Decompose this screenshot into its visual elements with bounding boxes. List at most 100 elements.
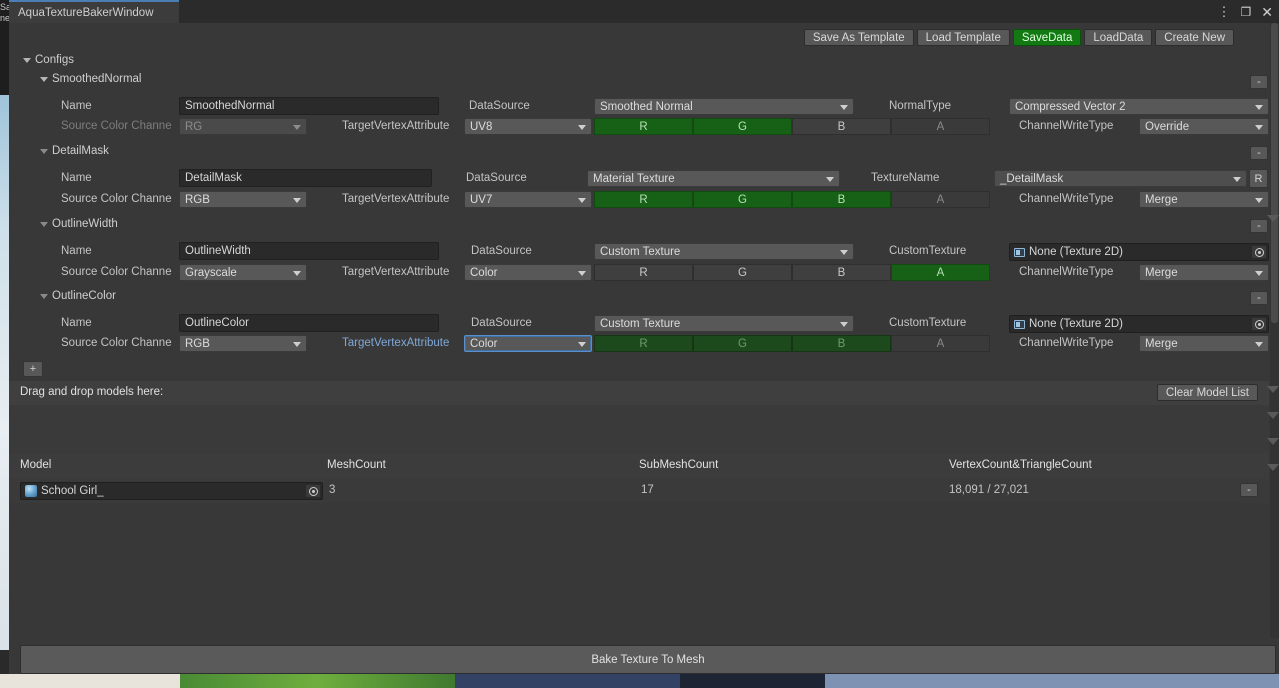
target-icon bbox=[308, 486, 318, 496]
targetvertexattribute-dropdown-2[interactable]: Color bbox=[464, 264, 592, 281]
remove-config-button-3[interactable]: - bbox=[1250, 291, 1268, 305]
customtexture-objectfield-2[interactable]: None (Texture 2D) bbox=[1009, 243, 1269, 261]
target-icon bbox=[1254, 247, 1264, 257]
sourcecolorchannel-dropdown-3[interactable]: RGB bbox=[179, 335, 307, 352]
channelwritetype-label-3: ChannelWriteType bbox=[1019, 337, 1114, 349]
targetvertexattribute-dropdown-0[interactable]: UV8 bbox=[464, 118, 592, 135]
close-icon[interactable]: ✕ bbox=[1261, 5, 1273, 19]
remove-config-button-2[interactable]: - bbox=[1250, 219, 1268, 233]
targetvertexattribute-value-0: UV8 bbox=[470, 120, 493, 133]
channel-r-toggle-2[interactable]: R bbox=[594, 264, 693, 281]
bake-texture-to-mesh-button[interactable]: Bake Texture To Mesh bbox=[20, 645, 1276, 674]
targetvertexattribute-label-1: TargetVertexAttribute bbox=[342, 193, 450, 205]
channelwritetype-dropdown-1[interactable]: Merge bbox=[1139, 191, 1269, 208]
chevron-down-icon bbox=[1255, 124, 1263, 130]
targetvertexattribute-dropdown-3[interactable]: Color bbox=[464, 335, 592, 352]
channel-b-toggle-0[interactable]: B bbox=[792, 118, 891, 135]
texturename-dropdown-1[interactable]: _DetailMask bbox=[994, 170, 1247, 187]
scrollbar-thumb[interactable] bbox=[1271, 23, 1278, 323]
channel-a-toggle-2[interactable]: A bbox=[891, 264, 990, 281]
config-title: DetailMask bbox=[52, 145, 109, 157]
targetvertexattribute-label-2: TargetVertexAttribute bbox=[342, 266, 450, 278]
tab-label: AquaTextureBakerWindow bbox=[18, 6, 154, 19]
channel-a-toggle-3[interactable]: A bbox=[891, 335, 990, 352]
channel-b-toggle-1[interactable]: B bbox=[792, 191, 891, 208]
channel-b-toggle-2[interactable]: B bbox=[792, 264, 891, 281]
remove-config-button-0[interactable]: - bbox=[1250, 75, 1268, 89]
add-config-button[interactable]: + bbox=[23, 361, 43, 377]
datasource-dropdown-0[interactable]: Smoothed Normal bbox=[594, 98, 854, 115]
chevron-down-icon bbox=[840, 104, 848, 110]
datasource-value-1: Material Texture bbox=[593, 172, 675, 185]
chevron-down-icon bbox=[578, 341, 586, 347]
model-objectfield[interactable]: School Girl_ bbox=[20, 482, 323, 500]
clear-model-list-button[interactable]: Clear Model List bbox=[1156, 384, 1258, 401]
window-controls: ⋮ ❐ ✕ bbox=[1218, 0, 1274, 23]
config-foldout-detailmask[interactable]: DetailMask bbox=[40, 145, 109, 157]
target-icon bbox=[1254, 319, 1264, 329]
name-label-0: Name bbox=[61, 100, 92, 112]
texturename-r-button-1[interactable]: R bbox=[1249, 169, 1268, 188]
channel-a-toggle-0[interactable]: A bbox=[891, 118, 990, 135]
behind-strip-4 bbox=[680, 674, 825, 688]
channel-g-toggle-2[interactable]: G bbox=[693, 264, 792, 281]
sourcecolorchannel-dropdown-0: RG bbox=[179, 118, 307, 135]
save-data-button[interactable]: SaveData bbox=[1012, 29, 1082, 46]
datasource-value-0: Smoothed Normal bbox=[600, 100, 693, 113]
channel-r-toggle-0[interactable]: R bbox=[594, 118, 693, 135]
datasource-dropdown-2[interactable]: Custom Texture bbox=[594, 243, 854, 260]
datasource-dropdown-3[interactable]: Custom Texture bbox=[594, 315, 854, 332]
window-menu-icon[interactable]: ⋮ bbox=[1218, 5, 1231, 18]
channel-g-toggle-3[interactable]: G bbox=[693, 335, 792, 352]
name-label-2: Name bbox=[61, 245, 92, 257]
maximize-icon[interactable]: ❐ bbox=[1241, 6, 1252, 18]
model-drop-area[interactable] bbox=[9, 405, 1269, 453]
load-data-button[interactable]: LoadData bbox=[1084, 29, 1153, 46]
name-input-3[interactable]: OutlineColor bbox=[179, 314, 439, 332]
channel-g-toggle-0[interactable]: G bbox=[693, 118, 792, 135]
configs-foldout[interactable]: Configs bbox=[23, 54, 74, 66]
normaltype-value-0: Compressed Vector 2 bbox=[1015, 100, 1126, 113]
channel-r-toggle-3[interactable]: R bbox=[594, 335, 693, 352]
load-template-button[interactable]: Load Template bbox=[916, 29, 1010, 46]
chevron-down-icon bbox=[293, 124, 301, 130]
name-input-1[interactable]: DetailMask bbox=[179, 169, 432, 187]
tab-aqua-texture-baker[interactable]: AquaTextureBakerWindow bbox=[9, 0, 179, 23]
customtexture-objectfield-3[interactable]: None (Texture 2D) bbox=[1009, 315, 1269, 333]
object-picker-button-2[interactable] bbox=[1251, 245, 1267, 259]
channel-a-toggle-1[interactable]: A bbox=[891, 191, 990, 208]
object-picker-button-3[interactable] bbox=[1251, 317, 1267, 331]
remove-config-button-1[interactable]: - bbox=[1250, 146, 1268, 160]
targetvertexattribute-dropdown-1[interactable]: UV7 bbox=[464, 191, 592, 208]
remove-model-button[interactable]: - bbox=[1240, 483, 1258, 497]
customtexture-value-2: None (Texture 2D) bbox=[1029, 246, 1123, 258]
channel-b-toggle-3[interactable]: B bbox=[792, 335, 891, 352]
name-input-0[interactable]: SmoothedNormal bbox=[179, 97, 439, 115]
third-label-2: CustomTexture bbox=[889, 245, 967, 257]
normaltype-dropdown-0[interactable]: Compressed Vector 2 bbox=[1009, 98, 1269, 115]
name-label-1: Name bbox=[61, 172, 92, 184]
behind-strip-5 bbox=[825, 674, 1279, 688]
vertical-scrollbar[interactable] bbox=[1270, 23, 1279, 638]
save-as-template-button[interactable]: Save As Template bbox=[803, 29, 914, 46]
resize-arrow-icon bbox=[1267, 412, 1279, 419]
sourcecolorchannel-dropdown-1[interactable]: RGB bbox=[179, 191, 307, 208]
sourcecolorchannel-dropdown-2[interactable]: Grayscale bbox=[179, 264, 307, 281]
channelwritetype-dropdown-0[interactable]: Override bbox=[1139, 118, 1269, 135]
channel-g-toggle-1[interactable]: G bbox=[693, 191, 792, 208]
name-input-2[interactable]: OutlineWidth bbox=[179, 242, 439, 260]
targetvertexattribute-value-3: Color bbox=[470, 337, 498, 350]
create-new-button[interactable]: Create New bbox=[1155, 29, 1234, 46]
datasource-dropdown-1[interactable]: Material Texture bbox=[587, 170, 840, 187]
model-object-picker-button[interactable] bbox=[305, 484, 321, 498]
config-foldout-outlinewidth[interactable]: OutlineWidth bbox=[40, 218, 118, 230]
config-title: OutlineColor bbox=[52, 290, 116, 302]
behind-taskbar bbox=[0, 674, 1279, 688]
channel-r-toggle-1[interactable]: R bbox=[594, 191, 693, 208]
datasource-value-3: Custom Texture bbox=[600, 317, 681, 330]
config-foldout-smoothednormal[interactable]: SmoothedNormal bbox=[40, 73, 141, 85]
config-foldout-outlinecolor[interactable]: OutlineColor bbox=[40, 290, 116, 302]
channelwritetype-dropdown-3[interactable]: Merge bbox=[1139, 335, 1269, 352]
template-toolbar: Save As Template Load Template SaveData … bbox=[803, 29, 1234, 46]
channelwritetype-dropdown-2[interactable]: Merge bbox=[1139, 264, 1269, 281]
